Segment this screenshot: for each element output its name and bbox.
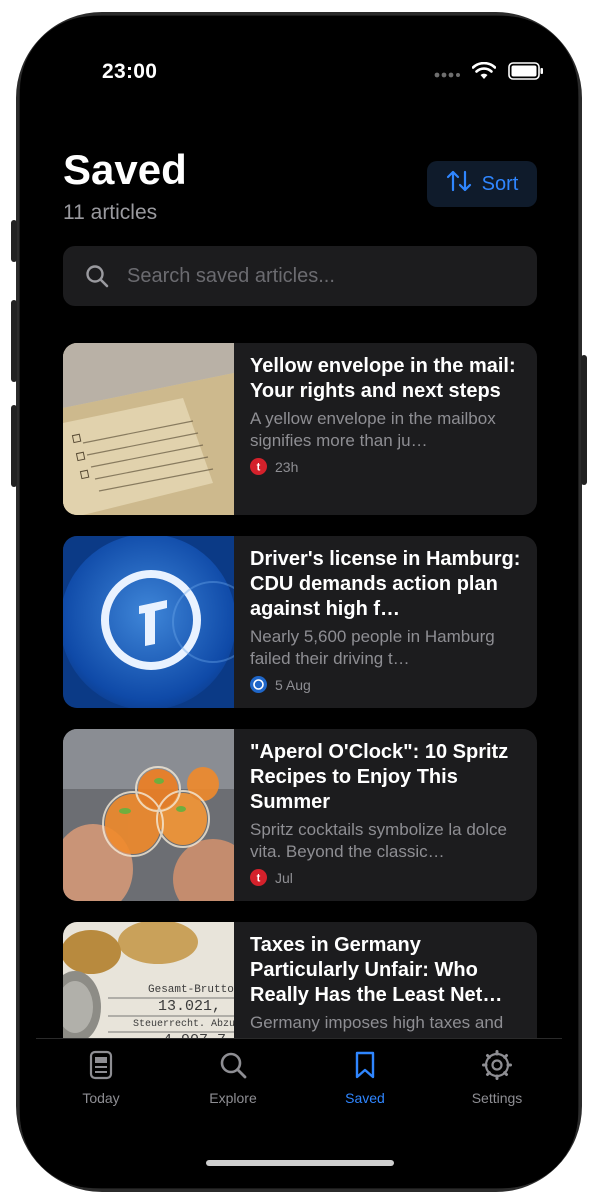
status-time: 23:00: [102, 60, 158, 83]
bookmark-icon: [354, 1050, 376, 1083]
svg-text:13.021,: 13.021,: [158, 998, 221, 1015]
battery-icon: [508, 62, 544, 85]
tab-bar-divider: [36, 1038, 562, 1039]
t-online-icon: t: [250, 458, 267, 475]
tab-explore[interactable]: Explore: [178, 1050, 288, 1106]
tab-label: Saved: [345, 1090, 385, 1106]
article-thumbnail: [63, 343, 234, 515]
article-meta: 5 Aug: [250, 676, 521, 693]
app-screen: 23:00 Saved 11 articles Sort Search save…: [20, 16, 578, 1188]
cellular-signal-icon: [434, 65, 460, 83]
tab-label: Explore: [209, 1090, 257, 1106]
article-title: "Aperol O'Clock": 10 Spritz Recipes to E…: [250, 741, 509, 813]
tab-saved[interactable]: Saved: [310, 1050, 420, 1106]
search-icon: [219, 1051, 247, 1082]
svg-text:Steuerrecht. Abzug: Steuerrecht. Abzug: [133, 1018, 234, 1030]
tab-label: Today: [82, 1090, 120, 1106]
svg-text:t: t: [257, 873, 261, 885]
volume-up-button: [11, 300, 17, 382]
article-excerpt: Spritz cocktails symbolize la dolce vita…: [250, 820, 507, 861]
article-card[interactable]: "Aperol O'Clock": 10 Spritz Recipes to E…: [63, 729, 537, 901]
article-time: 5 Aug: [275, 676, 311, 693]
tab-settings[interactable]: Settings: [442, 1049, 552, 1106]
article-card[interactable]: Yellow envelope in the mail: Your rights…: [63, 343, 537, 515]
tagesschau-icon: [250, 676, 267, 693]
article-time: Jul: [275, 869, 293, 886]
saved-articles-list: Yellow envelope in the mail: Your rights…: [63, 343, 537, 1115]
status-bar: 23:00: [20, 16, 578, 106]
newspaper-icon: [89, 1050, 113, 1083]
article-meta: t Jul: [250, 869, 521, 886]
sort-arrows-icon: [446, 169, 472, 199]
svg-text:Gesamt-Brutto: Gesamt-Brutto: [148, 984, 234, 996]
tab-label: Settings: [471, 1090, 523, 1106]
mute-switch: [11, 220, 17, 262]
article-thumbnail: [63, 536, 234, 708]
search-bar[interactable]: [63, 246, 537, 306]
search-icon: [85, 264, 109, 293]
power-button: [581, 355, 587, 485]
article-excerpt: Nearly 5,600 people in Hamburg failed th…: [250, 627, 495, 668]
article-title: Driver's license in Hamburg: CDU demands…: [250, 548, 521, 620]
t-online-icon: t: [250, 869, 267, 886]
volume-down-button: [11, 405, 17, 487]
sort-button[interactable]: Sort: [427, 161, 537, 207]
tab-bar: Today Explore Saved Settings: [20, 1038, 578, 1188]
article-meta: t 23h: [250, 458, 521, 475]
gear-icon: [482, 1049, 512, 1083]
page-title: Saved: [63, 146, 187, 193]
svg-text:t: t: [257, 462, 261, 474]
status-icons: [434, 61, 544, 85]
article-thumbnail: [63, 729, 234, 901]
article-title: Yellow envelope in the mail: Your rights…: [250, 355, 516, 402]
home-indicator[interactable]: [206, 1160, 394, 1166]
wifi-icon: [471, 61, 497, 85]
article-excerpt: A yellow envelope in the mailbox signifi…: [250, 409, 496, 450]
article-count: 11 articles: [63, 201, 158, 224]
article-title: Taxes in Germany Particularly Unfair: Wh…: [250, 934, 503, 1006]
article-time: 23h: [275, 458, 299, 475]
sort-label: Sort: [481, 172, 519, 195]
article-card[interactable]: Driver's license in Hamburg: CDU demands…: [63, 536, 537, 708]
search-input[interactable]: [127, 246, 517, 306]
tab-today[interactable]: Today: [46, 1050, 156, 1106]
